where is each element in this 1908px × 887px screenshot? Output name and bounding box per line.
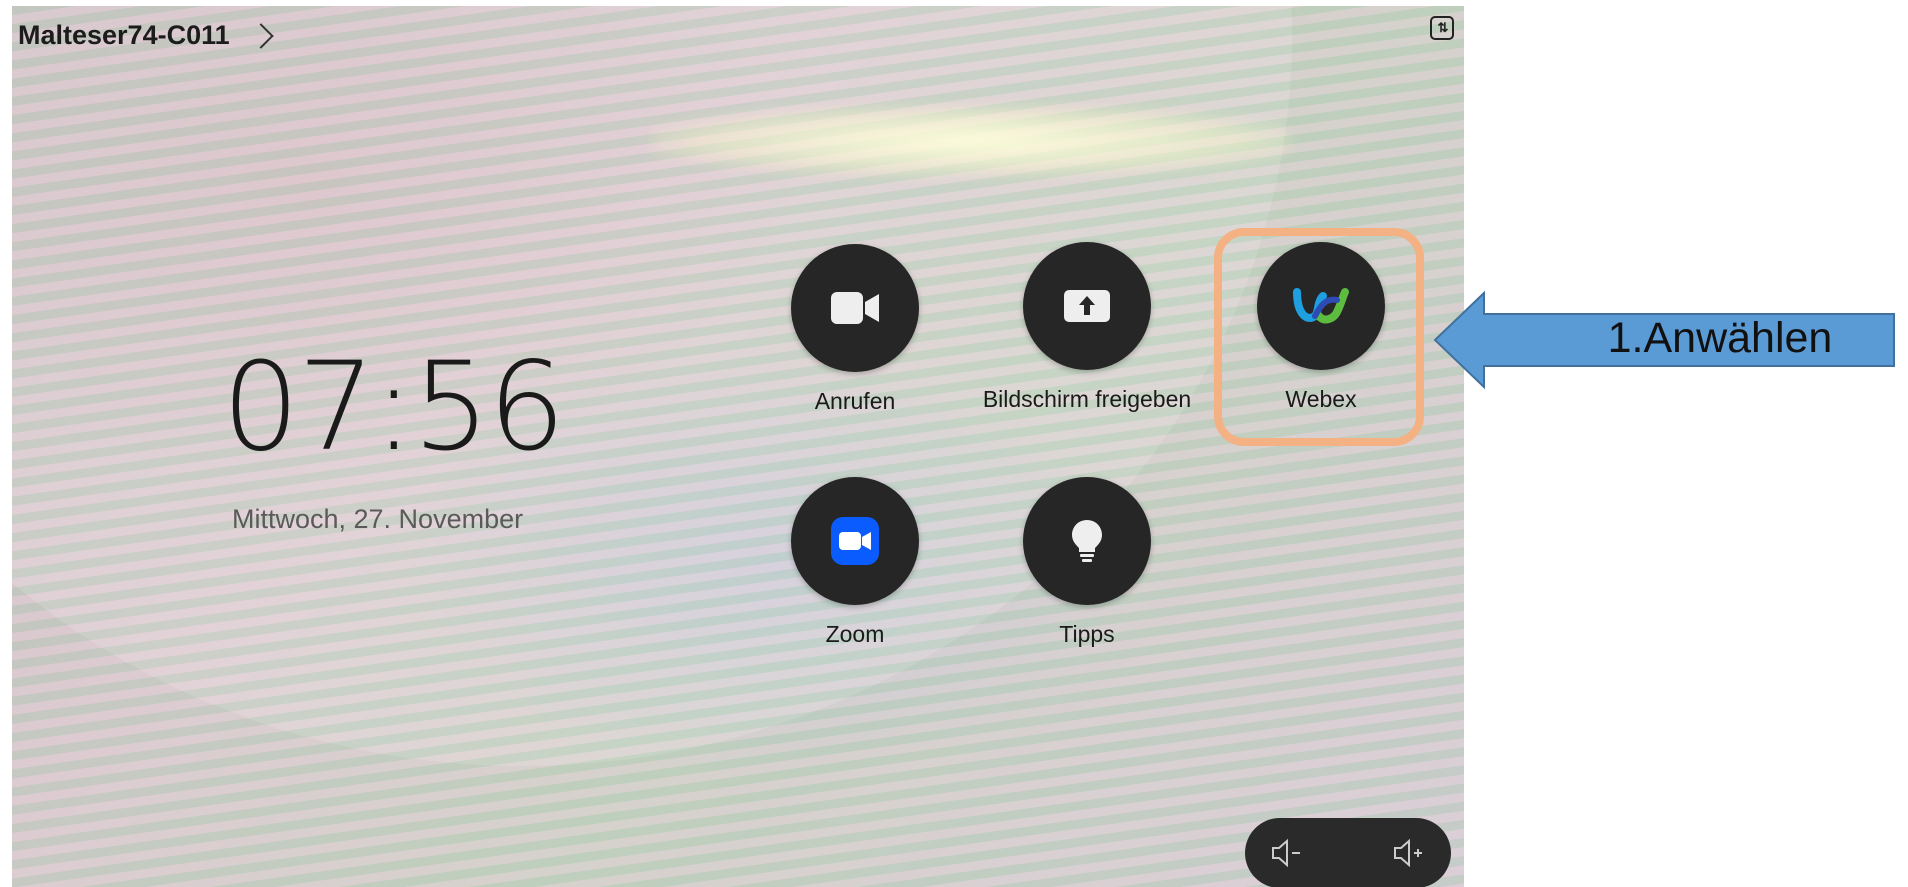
- tile-bildschirm-freigeben[interactable]: Bildschirm freigeben: [967, 242, 1207, 413]
- touch-panel-screen: Malteser74-C011 ⇅ 07:56 Mittwoch, 27. No…: [12, 6, 1464, 887]
- tile-label: Tipps: [1059, 621, 1115, 647]
- volume-down-icon: [1272, 838, 1300, 868]
- clock-time: 07:56: [222, 336, 566, 478]
- clock-date: Mittwoch, 27. November: [232, 504, 524, 534]
- volume-control: [1245, 818, 1451, 887]
- room-name-label: Malteser74-C011: [18, 20, 230, 50]
- chevron-right-icon: [247, 22, 274, 49]
- share-screen-icon: [1023, 242, 1151, 370]
- panel-toggle-icon[interactable]: ⇅: [1430, 16, 1454, 40]
- tile-label: Zoom: [825, 621, 885, 647]
- webex-highlight-box: [1214, 228, 1424, 446]
- instruction-text: 1.Anwählen: [1607, 314, 1833, 362]
- tile-label: Anrufen: [814, 388, 896, 414]
- lightbulb-icon: [1023, 477, 1151, 605]
- tile-anrufen[interactable]: Anrufen: [735, 244, 975, 415]
- volume-down-button[interactable]: [1265, 831, 1309, 875]
- tile-tipps[interactable]: Tipps: [967, 477, 1207, 648]
- tile-zoom[interactable]: Zoom: [735, 477, 975, 648]
- room-name-button[interactable]: Malteser74-C011: [18, 20, 274, 51]
- zoom-logo-icon: [791, 477, 919, 605]
- volume-up-button[interactable]: [1387, 831, 1431, 875]
- video-camera-icon: [791, 244, 919, 372]
- tile-label: Bildschirm freigeben: [982, 386, 1192, 412]
- volume-up-icon: [1394, 838, 1422, 868]
- light-glare: [652, 106, 1292, 176]
- instruction-callout: 1.Anwählen: [1432, 290, 1898, 390]
- stage: Malteser74-C011 ⇅ 07:56 Mittwoch, 27. No…: [0, 0, 1908, 887]
